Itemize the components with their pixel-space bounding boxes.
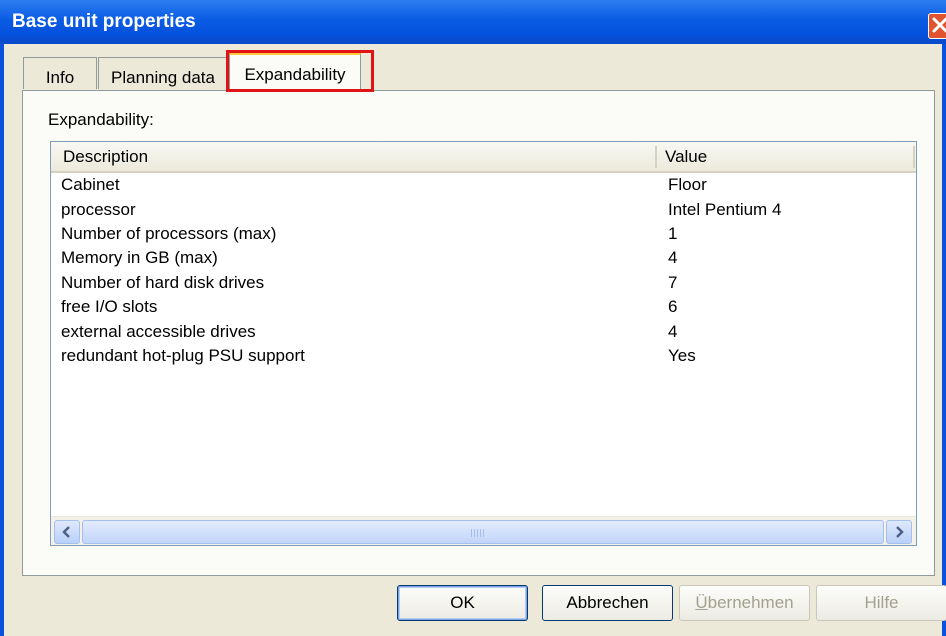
row-description: Number of hard disk drives	[61, 273, 265, 292]
row-description: Number of processors (max)	[61, 224, 277, 243]
grip-icon	[471, 529, 485, 537]
window-frame-left	[0, 44, 4, 636]
row-description: processor	[61, 200, 136, 219]
list-item[interactable]: Number of hard disk drives 7	[51, 271, 916, 295]
horizontal-scrollbar[interactable]	[51, 516, 916, 545]
window-frame-right	[942, 44, 946, 636]
chevron-left-icon	[62, 526, 70, 538]
column-separator[interactable]	[655, 146, 657, 168]
row-value: Floor	[668, 175, 707, 194]
list-item[interactable]: redundant hot-plug PSU support Yes	[51, 344, 916, 368]
scrollbar-thumb[interactable]	[82, 520, 884, 544]
column-header-value[interactable]: Value	[665, 147, 707, 167]
row-value: 4	[668, 322, 678, 341]
row-description: free I/O slots	[61, 297, 158, 316]
help-button[interactable]: Hilfe	[816, 585, 946, 621]
tab-info[interactable]: Info	[23, 57, 97, 89]
ok-button[interactable]: OK	[397, 585, 528, 621]
row-value: 4	[668, 248, 678, 267]
row-value: Yes	[668, 346, 696, 365]
chevron-right-icon	[896, 526, 904, 538]
list-header: Description Value	[51, 142, 916, 173]
column-separator[interactable]	[913, 146, 915, 168]
cancel-button[interactable]: Abbrechen	[542, 585, 673, 621]
row-value: Intel Pentium 4	[668, 200, 782, 219]
tab-info-label: Info	[45, 68, 75, 87]
close-button[interactable]	[928, 13, 946, 39]
row-description: Cabinet	[61, 175, 120, 194]
list-item[interactable]: external accessible drives 4	[51, 320, 916, 344]
row-value: 6	[668, 297, 678, 316]
scroll-right-button[interactable]	[886, 520, 912, 544]
scroll-left-button[interactable]	[54, 520, 80, 544]
row-description: redundant hot-plug PSU support	[61, 346, 305, 365]
close-icon	[932, 17, 946, 33]
list-item[interactable]: processor Intel Pentium 4	[51, 198, 916, 222]
column-header-description[interactable]: Description	[63, 147, 148, 167]
apply-button[interactable]: Übernehmen	[679, 585, 810, 621]
apply-button-mnemonic: Ü	[695, 593, 708, 612]
window-title: Base unit properties	[12, 11, 196, 32]
list-item[interactable]: Number of processors (max) 1	[51, 222, 916, 246]
row-value: 1	[668, 224, 678, 243]
list-item[interactable]: Memory in GB (max) 4	[51, 246, 916, 270]
list-item[interactable]: Cabinet Floor	[51, 173, 916, 197]
row-description: Memory in GB (max)	[61, 248, 218, 267]
tab-planning-data[interactable]: Planning data	[98, 57, 228, 89]
tab-highlight-box	[226, 50, 374, 92]
title-bar[interactable]: Base unit properties	[0, 0, 946, 44]
list-item[interactable]: free I/O slots 6	[51, 295, 916, 319]
apply-button-label: bernehmen	[707, 593, 794, 612]
row-value: 7	[668, 273, 678, 292]
section-label: Expandability:	[48, 110, 154, 129]
row-description: external accessible drives	[61, 322, 256, 341]
properties-list[interactable]: Description Value Cabinet Floor processo…	[50, 141, 917, 546]
tab-planning-data-label: Planning data	[111, 68, 215, 87]
